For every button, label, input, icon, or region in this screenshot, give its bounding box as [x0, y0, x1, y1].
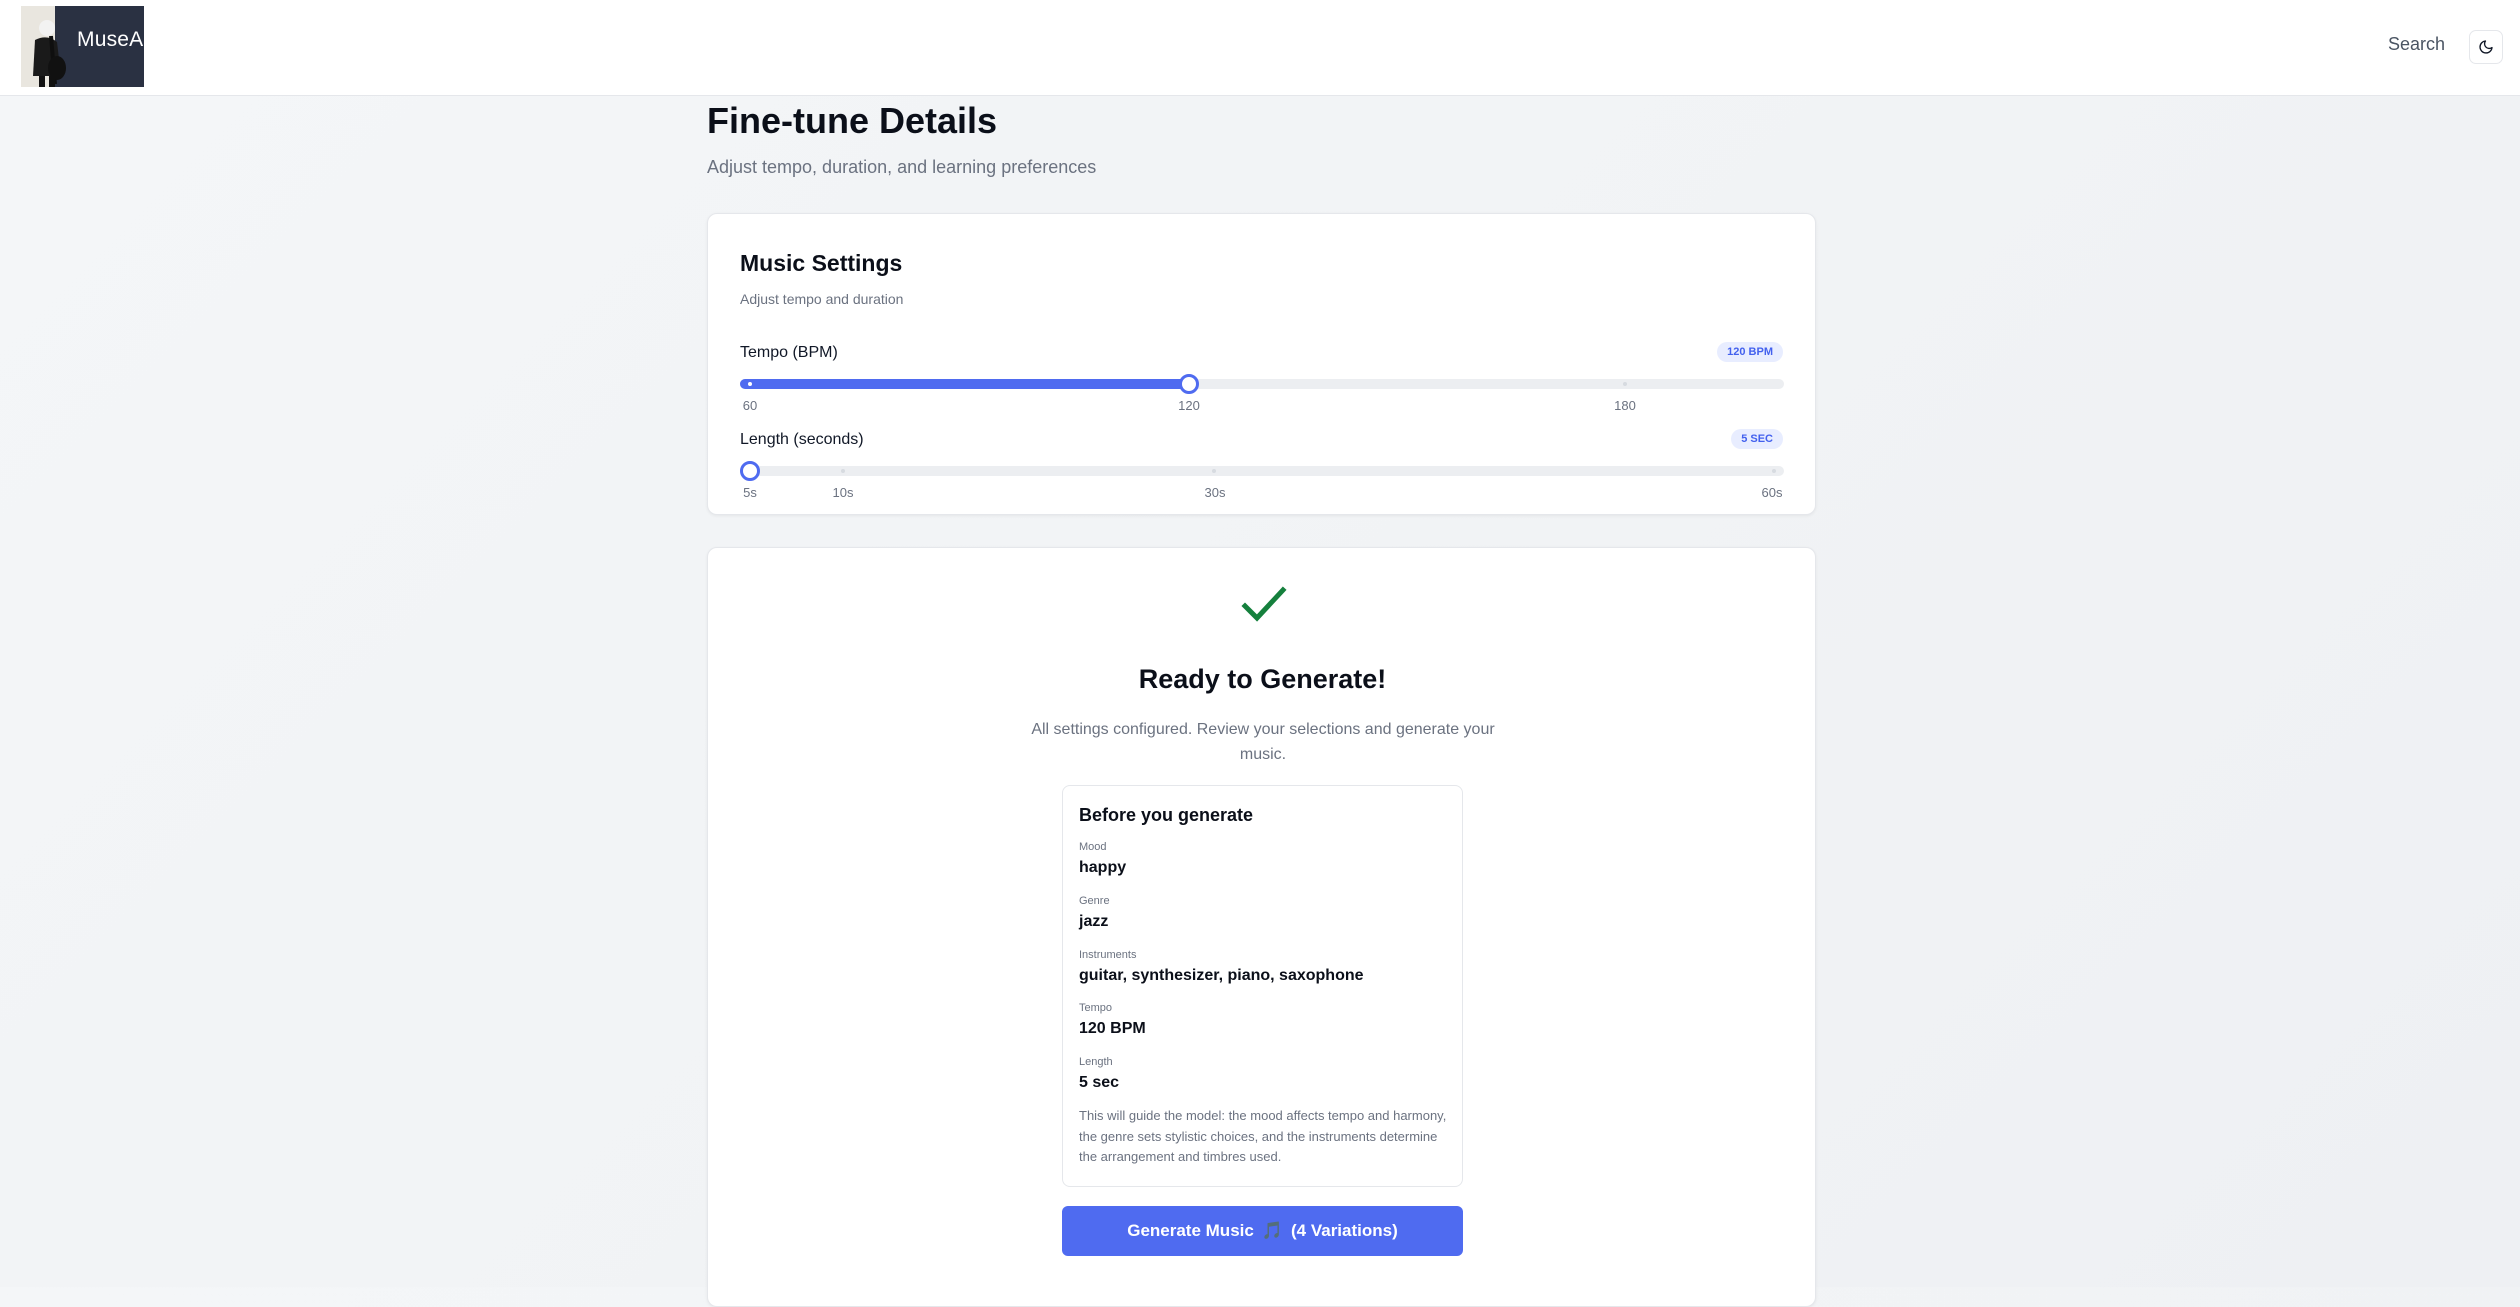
summary-key-length: Length	[1079, 1056, 1113, 1068]
summary-note: This will guide the model: the mood affe…	[1079, 1108, 1447, 1164]
check-icon	[1241, 586, 1287, 622]
tempo-slider-fill	[740, 379, 1189, 389]
summary-value-length: 5 sec	[1079, 1074, 1120, 1091]
tempo-label: Tempo (BPM)	[740, 344, 838, 361]
music-settings-card: Music Settings Adjust tempo and duration…	[707, 213, 1816, 515]
tempo-tick-label: 120	[1178, 398, 1200, 413]
length-slider[interactable]	[740, 461, 1784, 481]
summary-key-mood: Mood	[1079, 841, 1107, 853]
tempo-tick-dot	[1623, 382, 1627, 386]
length-tick-label: 5s	[743, 485, 757, 500]
length-label: Length (seconds)	[740, 431, 864, 448]
length-slider-thumb[interactable]	[740, 461, 760, 481]
summary-key-genre: Genre	[1079, 895, 1110, 907]
museai-logo[interactable]: MuseAI	[21, 6, 144, 87]
length-tick-dot	[1772, 469, 1776, 473]
logo-text: MuseAI	[77, 28, 144, 51]
tempo-value-badge: 120 BPM	[1717, 342, 1783, 362]
summary-title: Before you generate	[1079, 805, 1254, 825]
search-link[interactable]: Search	[2388, 34, 2445, 55]
summary-key-tempo: Tempo	[1079, 1002, 1113, 1014]
theme-toggle-button[interactable]	[2469, 30, 2503, 64]
ready-title: Ready to Generate!	[1138, 664, 1387, 694]
card-title: Music Settings	[740, 250, 903, 276]
generate-button-variations: (4 Variations)	[1291, 1221, 1398, 1240]
generate-button-label: Generate Music	[1127, 1221, 1254, 1240]
tempo-tick-label: 180	[1614, 398, 1636, 413]
music-note-icon: 🎵	[1261, 1221, 1283, 1240]
tempo-slider[interactable]	[740, 374, 1784, 394]
length-tick-label: 60s	[1761, 485, 1783, 500]
generate-music-button[interactable]: Generate Music 🎵 (4 Variations)	[1062, 1206, 1463, 1256]
page-subtitle: Adjust tempo, duration, and learning pre…	[707, 157, 1097, 177]
length-tick-dot	[1212, 469, 1216, 473]
tempo-tick-label: 60	[742, 398, 758, 413]
tempo-tick-dot	[748, 382, 752, 386]
length-tick-label: 10s	[832, 485, 854, 500]
selection-summary: Before you generate Mood happy Genre jaz…	[1062, 785, 1463, 1187]
musician-silhouette-icon	[21, 6, 81, 87]
tempo-slider-thumb[interactable]	[1179, 374, 1199, 394]
top-navbar: MuseAI Search	[0, 0, 2520, 96]
card-subtitle: Adjust tempo and duration	[740, 291, 904, 307]
length-tick-dot	[841, 469, 845, 473]
length-value-badge: 5 SEC	[1731, 429, 1783, 449]
length-tick-label: 30s	[1204, 485, 1226, 500]
moon-icon	[2479, 40, 2493, 54]
summary-value-genre: jazz	[1079, 913, 1109, 930]
summary-value-tempo: 120 BPM	[1079, 1020, 1146, 1037]
summary-value-instruments: guitar, synthesizer, piano, saxophone	[1079, 967, 1364, 984]
ready-description: All settings configured. Review your sel…	[1031, 721, 1495, 763]
page-title: Fine-tune Details	[707, 100, 998, 141]
summary-key-instruments: Instruments	[1079, 949, 1137, 961]
summary-value-mood: happy	[1079, 859, 1127, 876]
ready-to-generate-card: Ready to Generate! All settings configur…	[707, 547, 1816, 1307]
